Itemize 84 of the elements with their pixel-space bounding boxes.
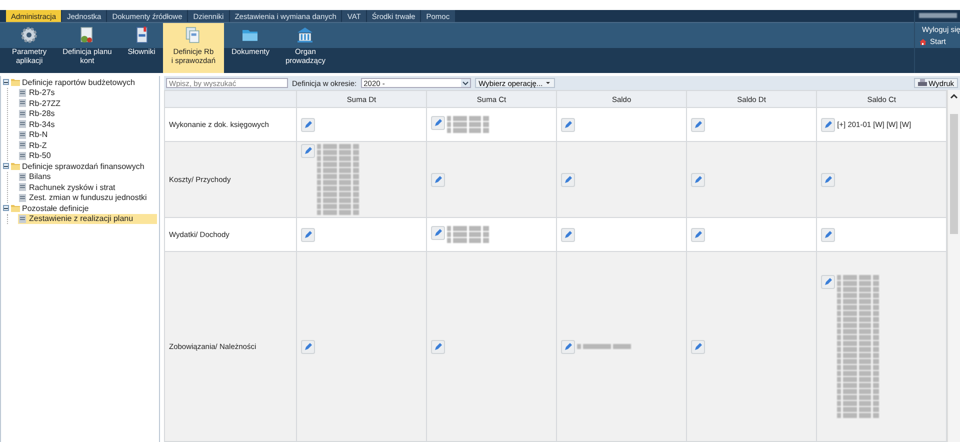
edit-button[interactable] [691,118,706,132]
building-icon [295,25,316,45]
caret-icon [544,80,551,86]
tree-item[interactable]: Rb-34s [18,119,157,130]
pencil-icon [823,120,834,130]
tree-item[interactable]: Rb-27s [18,88,157,98]
tree-item[interactable]: Rb-Z [18,140,157,150]
tree-item[interactable]: Pozostałe definicje [3,203,157,214]
edit-button[interactable] [561,172,576,186]
pencil-icon [823,277,834,287]
edit-button[interactable] [301,118,315,132]
document-icon [18,130,27,139]
pencil-icon [563,342,574,352]
edit-button[interactable] [821,172,836,186]
edit-button[interactable] [431,172,446,186]
blurred-text [919,13,957,18]
tree-item[interactable]: Bilans [18,172,157,182]
document-icon [18,99,27,108]
pencil-icon [433,118,444,128]
pencil-icon [563,120,574,130]
pencil-icon [433,174,444,184]
document-icon [18,120,27,128]
blurred-text [447,116,490,133]
edit-button[interactable] [301,340,315,354]
edit-button[interactable] [431,226,446,240]
pencil-icon [563,174,574,184]
edit-button[interactable] [561,118,576,132]
scroll-up-icon[interactable] [949,92,960,100]
pencil-icon [823,230,834,240]
edit-button[interactable] [691,228,706,242]
blurred-text [317,144,359,215]
pencil-icon [303,230,313,240]
folder-icon [11,204,20,212]
pencil-icon [303,342,313,352]
blurred-text [447,226,490,243]
tree-item[interactable]: Rb-50 [18,150,157,161]
home-icon [919,38,927,46]
document-icon [18,183,27,192]
folder-icon [11,78,20,86]
edit-button[interactable] [431,340,446,354]
edit-button[interactable] [691,340,706,354]
pencil-icon [693,120,704,130]
collapse-icon[interactable] [3,205,9,212]
tree-item[interactable]: Zestawienie z realizacji planu [18,214,157,224]
edit-button[interactable] [431,116,446,130]
document-icon [18,152,27,160]
edit-button[interactable] [301,228,315,242]
tree-item[interactable]: Definicje raportów budżetowych [3,77,157,88]
pencil-icon [303,146,313,156]
pencil-icon [303,120,313,130]
pencil-icon [433,228,444,238]
document-icon [18,88,27,97]
edit-button[interactable] [301,144,315,158]
scrollbar-thumb[interactable] [950,114,958,234]
edit-button[interactable] [821,228,836,242]
pencil-icon [823,174,834,184]
pencil-icon [693,342,704,352]
document-icon [18,110,27,118]
pencil-icon [563,230,574,240]
pencil-icon [433,342,444,352]
document-icon [18,214,27,223]
edit-button[interactable] [691,172,706,186]
tree-item[interactable]: Rachunek zysków i strat [18,182,157,192]
document-icon [18,172,27,181]
tree-item[interactable]: Zest. zmian w funduszu jednostki [18,192,157,203]
pencil-icon [693,230,704,240]
edit-button[interactable] [821,275,836,289]
collapse-icon[interactable] [3,163,9,170]
edit-button[interactable] [561,340,576,354]
edit-button[interactable] [821,118,836,132]
folder-icon [11,162,20,170]
collapse-icon[interactable] [3,79,9,86]
tree-item[interactable]: Definicje sprawozdań finansowych [3,161,157,172]
blurred-text [577,344,632,349]
tree-item[interactable]: Rb-N [18,130,157,140]
document-icon [18,194,27,202]
printer-icon [918,79,927,87]
document-icon [18,141,27,150]
edit-button[interactable] [561,228,576,242]
tree-item[interactable]: Rb-27ZZ [18,98,157,108]
caret-icon [460,79,470,87]
tree-item[interactable]: Rb-28s [18,108,157,119]
gear-icon [19,25,40,45]
pencil-icon [693,174,704,184]
